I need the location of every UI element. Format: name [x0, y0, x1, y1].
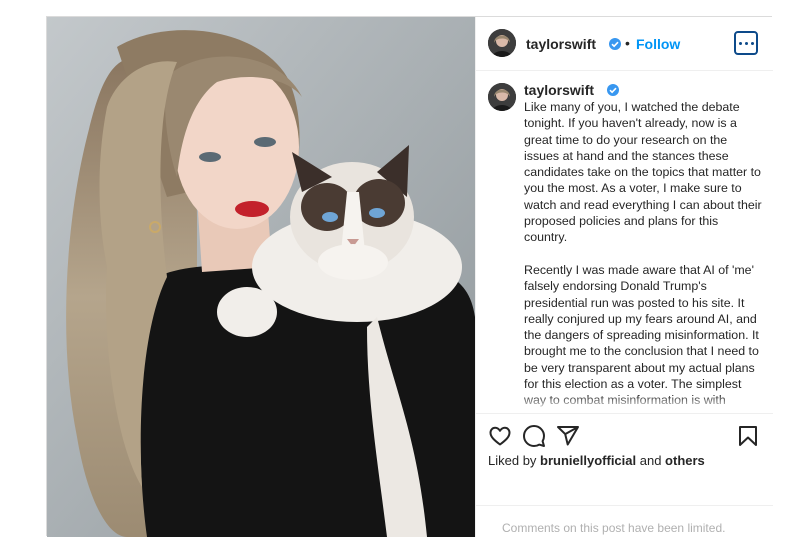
post-sidebar: taylorswift • Follow taylorswift Like ma…: [475, 17, 773, 537]
caption-avatar[interactable]: [488, 83, 516, 111]
liked-by-and: and: [636, 453, 666, 468]
instagram-post: taylorswift • Follow taylorswift Like ma…: [46, 16, 773, 537]
caption-username[interactable]: taylorswift: [524, 82, 594, 98]
liked-by-others-link[interactable]: others: [665, 453, 705, 468]
post-header: taylorswift • Follow: [476, 17, 773, 71]
caption-fade: [524, 395, 762, 411]
more-options-icon[interactable]: [734, 31, 758, 55]
post-caption: Like many of you, I watched the debate t…: [524, 99, 762, 411]
comments-section: Comments on this post have been limited.: [476, 505, 773, 538]
comments-limited-notice: Comments on this post have been limited.: [502, 521, 726, 535]
post-photo[interactable]: [47, 17, 475, 537]
liked-by-user-link[interactable]: bruniellyofficial: [540, 453, 636, 468]
verified-badge-icon: [609, 38, 621, 50]
likes-summary: Liked by bruniellyofficial and others: [488, 453, 705, 468]
separator-dot: •: [625, 35, 630, 51]
photo-illustration: [47, 17, 475, 537]
send-icon[interactable]: [556, 424, 580, 448]
liked-by-prefix: Liked by: [488, 453, 541, 468]
comment-icon[interactable]: [522, 424, 546, 448]
bookmark-icon[interactable]: [736, 424, 760, 448]
caption-paragraph: Recently I was made aware that AI of 'me…: [524, 262, 759, 407]
follow-button[interactable]: Follow: [636, 36, 680, 52]
verified-badge-icon: [607, 84, 619, 96]
caption-paragraph: Like many of you, I watched the debate t…: [524, 100, 762, 245]
header-username[interactable]: taylorswift: [526, 36, 596, 52]
heart-icon[interactable]: [488, 424, 512, 448]
avatar[interactable]: [488, 29, 516, 57]
